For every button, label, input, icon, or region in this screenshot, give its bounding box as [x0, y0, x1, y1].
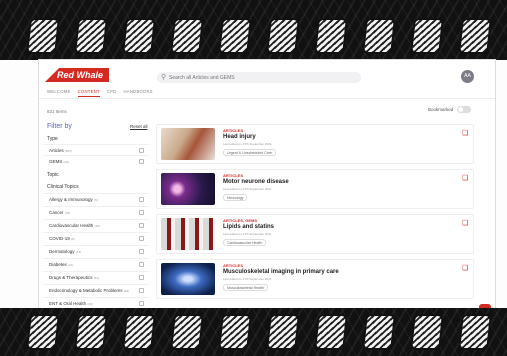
content-card[interactable]: ARTICLES Head injury Last edited on 27th… — [156, 124, 474, 164]
filter-title: Filter by — [47, 123, 72, 130]
card-tag: ARTICLES — [223, 128, 243, 133]
result-count: 831 Items — [47, 109, 67, 114]
content-card[interactable]: ARTICLES Musculoskeletal imaging in prim… — [156, 259, 474, 299]
main-nav: WELCOME CONTENT CPD HANDBOOKS — [47, 89, 153, 97]
content-list: ARTICLES Head injury Last edited on 27th… — [156, 118, 474, 308]
bookmark-icon[interactable]: ❏ — [462, 265, 468, 272]
bookmarked-toggle[interactable] — [457, 106, 471, 113]
card-tag: ARTICLES — [223, 173, 243, 178]
card-thumbnail — [161, 263, 215, 295]
bookmarked-label: Bookmarked — [428, 107, 454, 112]
checkbox[interactable] — [139, 262, 144, 267]
film-sprocket — [218, 314, 252, 350]
checkbox[interactable] — [139, 236, 144, 241]
topic-chip[interactable]: Urgent & Unscheduled Care — [223, 149, 276, 156]
card-tag: ARTICLES, GEMS — [223, 218, 258, 223]
film-sprocket — [26, 18, 60, 54]
film-sprocket — [170, 18, 204, 54]
topic-chip[interactable]: Cardiovascular Health — [223, 239, 267, 246]
card-title[interactable]: Motor neurone disease — [223, 179, 289, 185]
film-sprocket — [74, 314, 108, 350]
checkbox[interactable] — [139, 288, 144, 293]
results-bar — [39, 98, 495, 112]
checkbox[interactable] — [139, 223, 144, 228]
filter-option[interactable]: COVID-19 (8) — [43, 232, 149, 243]
search-bar[interactable]: ⚲ — [157, 72, 361, 83]
type-heading: Type — [47, 136, 58, 142]
reset-all-link[interactable]: Reset all — [130, 124, 148, 129]
bookmark-icon[interactable]: ❏ — [462, 175, 468, 182]
checkbox[interactable] — [139, 249, 144, 254]
nav-welcome[interactable]: WELCOME — [47, 89, 71, 97]
checkbox[interactable] — [139, 210, 144, 215]
checkbox[interactable] — [139, 148, 144, 153]
filter-option[interactable]: ENT & Oral Health (20) — [43, 297, 149, 308]
filter-option[interactable]: Drugs & Therapeutics (41) — [43, 271, 149, 282]
filmstrip-photo: Red Whale ⚲ AA WELCOME CONTENT CPD HANDB… — [0, 0, 507, 356]
card-title[interactable]: Head injury — [223, 134, 256, 140]
content-card[interactable]: ARTICLES Motor neurone disease Last edit… — [156, 169, 474, 209]
search-icon: ⚲ — [161, 74, 167, 81]
card-date: Last edited on 27th September 2021 — [223, 142, 272, 146]
card-title[interactable]: Lipids and statins — [223, 224, 274, 230]
nav-content[interactable]: CONTENT — [77, 89, 100, 97]
filter-option-label: Articles (827) — [49, 148, 73, 153]
filter-option[interactable]: Allergy & Immunology (5) — [43, 193, 149, 204]
card-tag: ARTICLES — [223, 263, 243, 268]
film-sprocket — [170, 314, 204, 350]
film-sprocket — [74, 18, 108, 54]
filter-option[interactable]: Dermatology (44) — [43, 245, 149, 256]
avatar[interactable]: AA — [461, 70, 474, 83]
filter-option[interactable]: Articles (827) — [43, 144, 149, 155]
film-sprocket — [26, 314, 60, 350]
clinical-topics-heading: Clinical Topics — [47, 184, 79, 190]
card-thumbnail — [161, 218, 215, 250]
nav-cpd[interactable]: CPD — [107, 89, 117, 97]
film-sprocket — [362, 18, 396, 54]
film-sprocket — [410, 18, 444, 54]
bookmark-icon[interactable]: ❏ — [462, 130, 468, 137]
filter-option[interactable]: GEMS (49) — [43, 155, 149, 166]
brand-logo[interactable]: Red Whale — [45, 68, 109, 82]
filter-sidebar: Filter by Reset all Type Articles (827) … — [43, 118, 149, 308]
film-sprocket — [122, 18, 156, 54]
film-sprocket — [122, 314, 156, 350]
content-card[interactable]: ARTICLES, GEMS Lipids and statins Last e… — [156, 214, 474, 254]
filter-option[interactable]: Diabetes (21) — [43, 258, 149, 269]
film-sprocket — [410, 314, 444, 350]
filter-option[interactable]: Cardiovascular Health (38) — [43, 219, 149, 230]
film-sprocket — [266, 18, 300, 54]
card-date: Last edited on 27th September 2021 — [223, 232, 272, 236]
topic-chip[interactable]: Musculoskeletal Health — [223, 284, 268, 291]
film-strip-top — [0, 0, 507, 60]
app-header: Red Whale ⚲ AA WELCOME CONTENT CPD HANDB… — [39, 60, 495, 98]
checkbox[interactable] — [139, 275, 144, 280]
checkbox[interactable] — [139, 301, 144, 306]
app-screen: Red Whale ⚲ AA WELCOME CONTENT CPD HANDB… — [39, 60, 495, 308]
card-thumbnail — [161, 173, 215, 205]
card-date: Last edited on 27th September 2021 — [223, 277, 272, 281]
card-date: Last edited on 27th September 2021 — [223, 187, 272, 191]
card-thumbnail — [161, 128, 215, 160]
checkbox[interactable] — [139, 197, 144, 202]
card-title[interactable]: Musculoskeletal imaging in primary care — [223, 269, 339, 275]
film-sprocket — [218, 18, 252, 54]
checkbox[interactable] — [139, 159, 144, 164]
film-sprocket — [458, 314, 492, 350]
film-sprocket — [314, 314, 348, 350]
search-input[interactable] — [169, 72, 357, 83]
bookmark-icon[interactable]: ❏ — [462, 220, 468, 227]
film-sprocket — [266, 314, 300, 350]
topic-heading: Topic — [47, 172, 59, 178]
film-sprocket — [362, 314, 396, 350]
nav-handbooks[interactable]: HANDBOOKS — [123, 89, 152, 97]
filter-option[interactable]: Cancer (78) — [43, 206, 149, 217]
topic-chip[interactable]: Neurology — [223, 194, 248, 201]
filter-option-label: GEMS (49) — [49, 159, 69, 164]
film-strip-bottom — [0, 308, 507, 356]
film-sprocket — [314, 18, 348, 54]
filter-option[interactable]: Endocrinology & Metabolic Problems (29) — [43, 284, 149, 295]
film-sprocket — [458, 18, 492, 54]
